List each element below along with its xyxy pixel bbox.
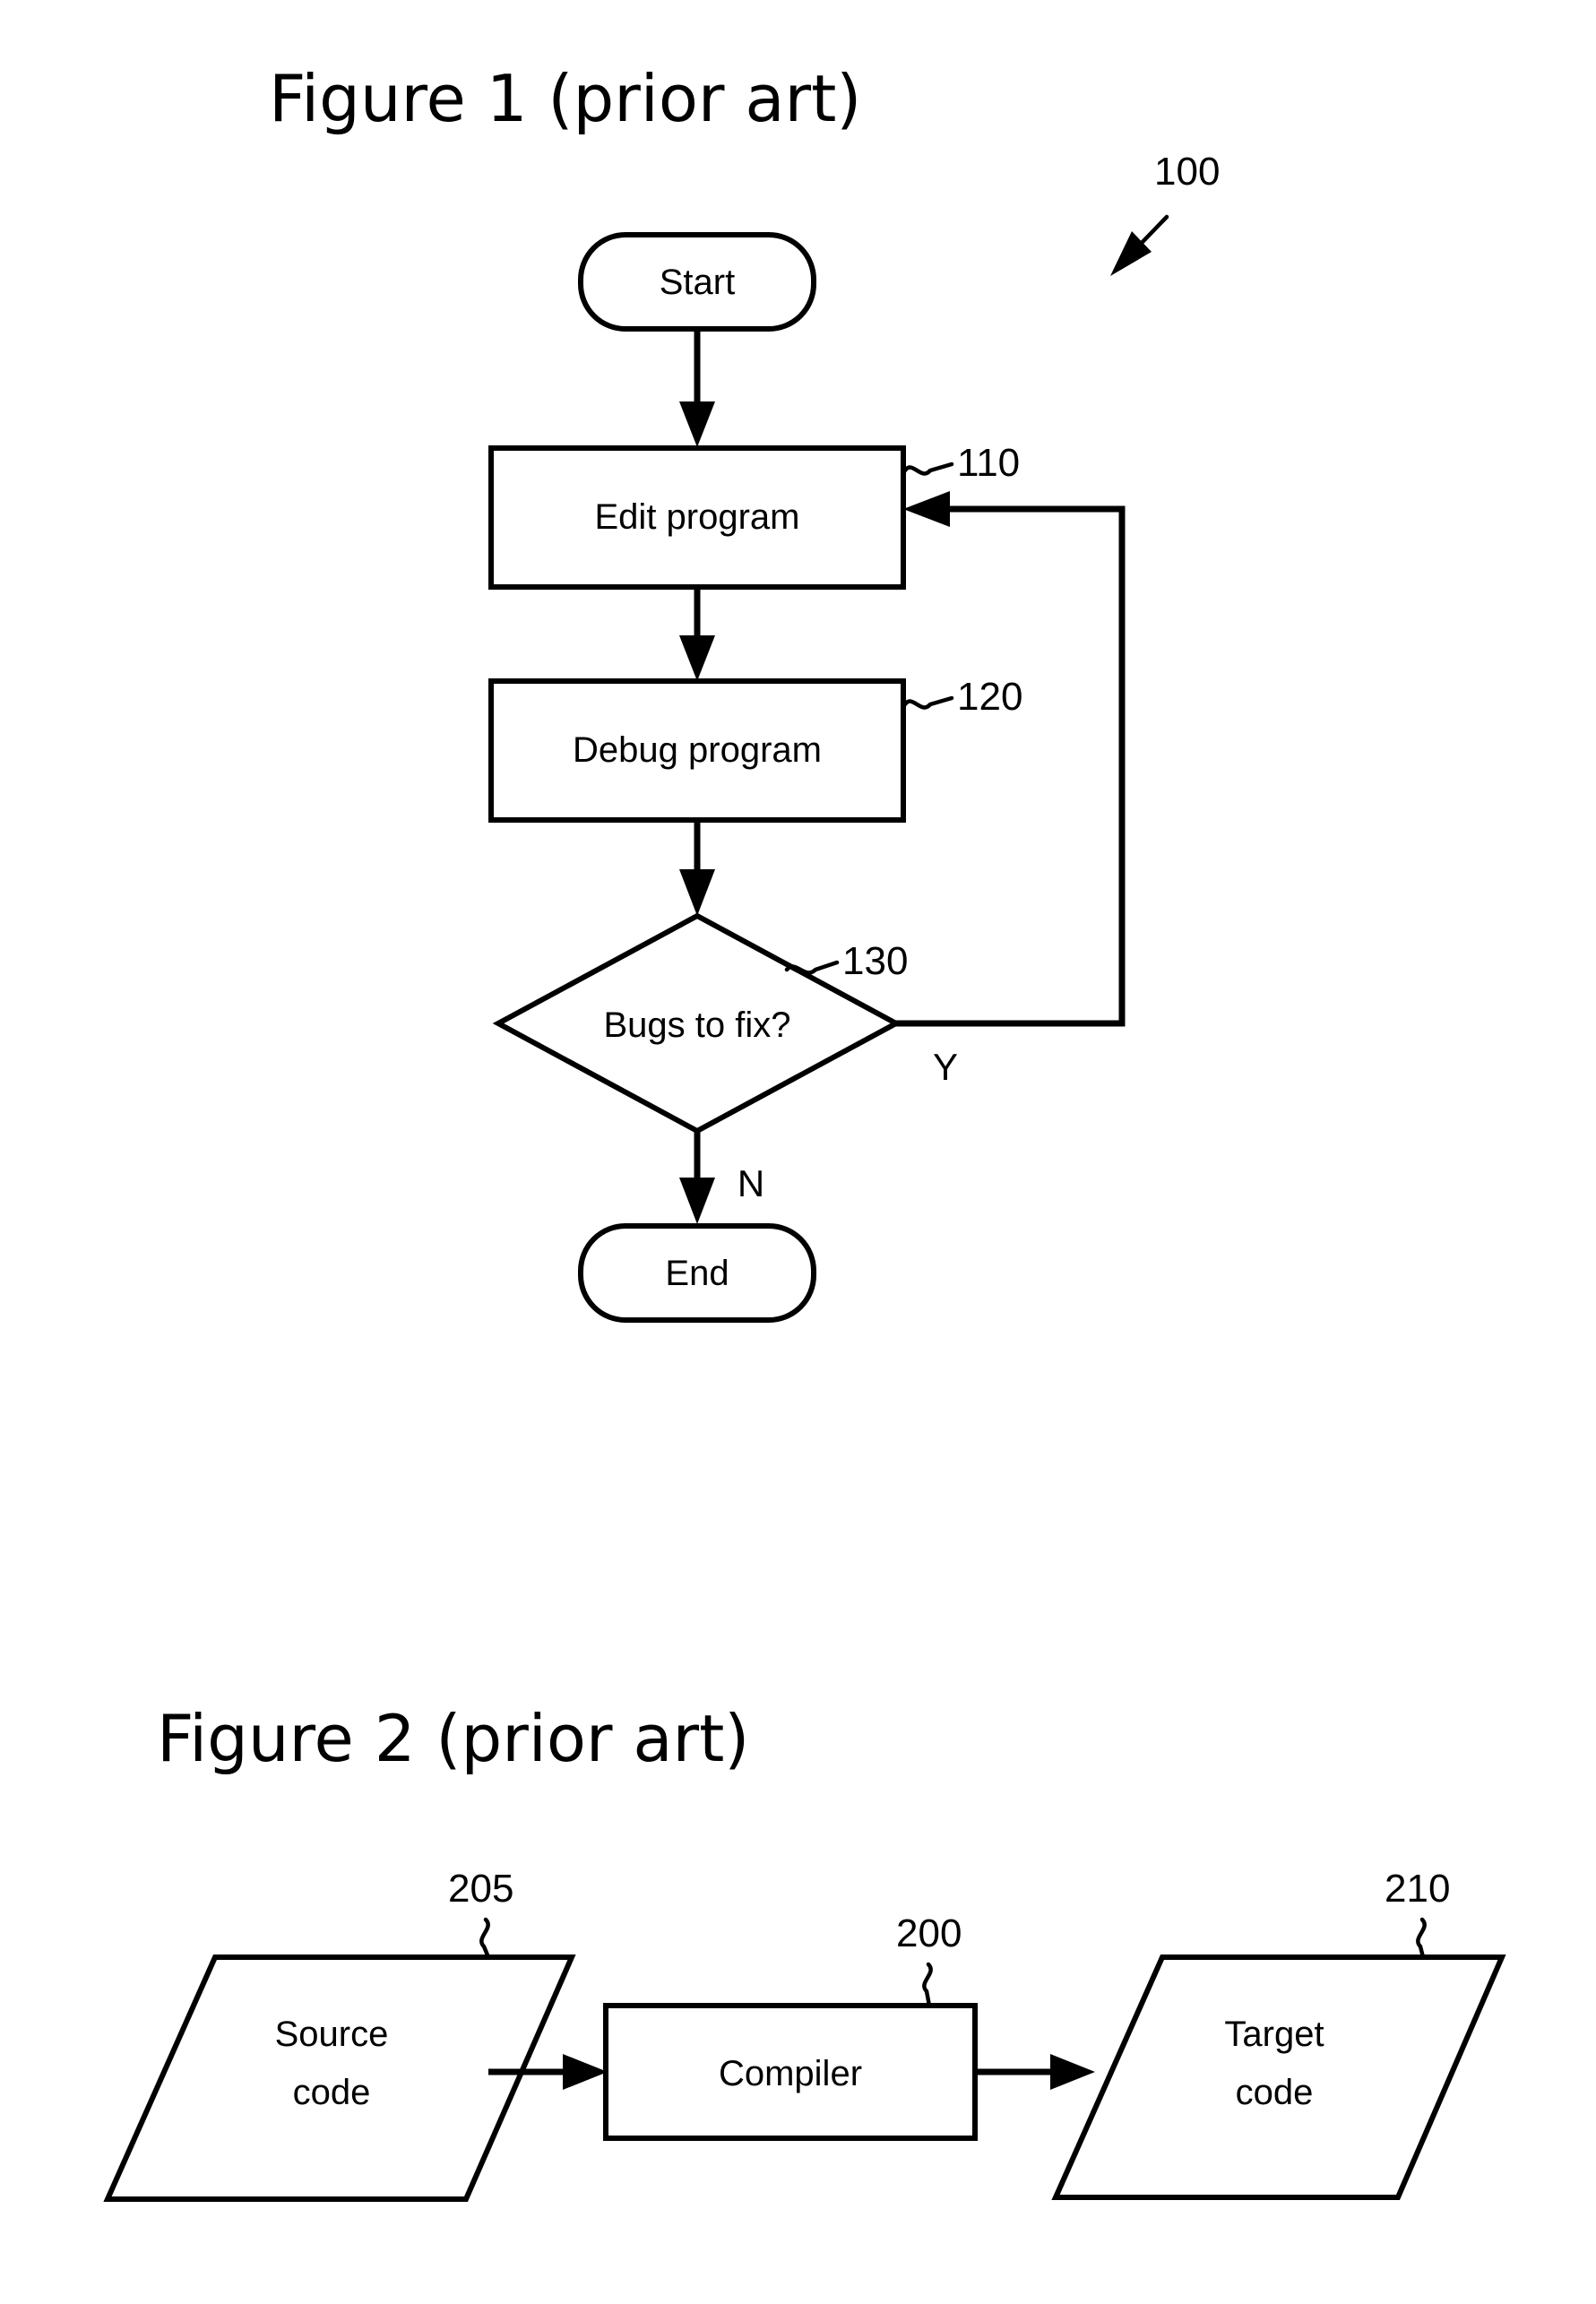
ref-numeral-130: 130 (842, 939, 908, 983)
edge-compiler-to-target-arrow-head (1050, 2054, 1095, 2090)
node-compiler-label: Compiler (719, 2054, 862, 2093)
edge-decision-yes-to-edit: Y (896, 491, 1126, 1088)
ref-numeral-205: 205 (448, 1867, 513, 1911)
edge-debug-to-decision-arrow-head (679, 869, 715, 916)
node-target-code-label-line1: Target (1224, 2015, 1324, 2054)
ref-numeral-200: 200 (896, 1911, 962, 1955)
node-source-code-label-line1: Source (275, 2015, 389, 2054)
node-decision: Bugs to fix? (492, 912, 902, 1135)
node-target-code-label-line2: code (1236, 2073, 1314, 2112)
node-source-code: Source code (103, 1955, 576, 2202)
ref-200-group: 200 (896, 1911, 962, 2008)
ref-numeral-100: 100 (1154, 150, 1220, 194)
figure-2-title: Figure 2 (prior art) (157, 1701, 749, 1776)
edge-source-to-compiler-arrow-head (563, 2054, 608, 2090)
edge-start-to-edit-arrow-head (679, 401, 715, 447)
edge-start-to-edit (679, 329, 715, 447)
node-edit-program: Edit program (488, 445, 906, 590)
ref-120-leader-line (902, 695, 954, 710)
node-decision-label: Bugs to fix? (603, 1005, 790, 1045)
edge-compiler-to-target (975, 2054, 1095, 2090)
ref-numeral-120: 120 (957, 675, 1022, 719)
node-end: End (578, 1223, 816, 1323)
branch-label-yes: Y (933, 1046, 958, 1088)
node-edit-program-label: Edit program (595, 497, 800, 537)
edge-source-to-compiler (488, 2054, 608, 2090)
edge-decision-yes-loop-line (896, 505, 1126, 1027)
ref-numeral-110: 110 (957, 441, 1020, 485)
figure-canvas: Figure 1 (prior art) 100 Start Edit prog… (103, 61, 1506, 2202)
edge-decision-no-to-end: N (679, 1131, 764, 1224)
ref-110-group: 110 (902, 441, 1020, 485)
figure-1-title: Figure 1 (prior art) (269, 61, 861, 136)
node-compiler: Compiler (603, 2003, 978, 2141)
figure-2-group: Figure 2 (prior art) Source code 205 Com… (103, 1701, 1506, 2202)
node-debug-program-label: Debug program (573, 730, 822, 770)
ref-200-leader-line (922, 1962, 933, 2008)
node-debug-program: Debug program (488, 678, 906, 823)
ref-210-group: 210 (1385, 1867, 1450, 1960)
ref-120-group: 120 (902, 675, 1022, 719)
edge-debug-to-decision (679, 820, 715, 916)
edge-edit-to-debug-arrow-head (679, 635, 715, 681)
ref-numeral-210: 210 (1385, 1867, 1450, 1911)
ref-205-group: 205 (448, 1867, 513, 1960)
ref-205-leader-line (479, 1917, 491, 1960)
node-start-label: Start (660, 263, 735, 302)
patent-drawing-sheet: Figure 1 (prior art) 100 Start Edit prog… (0, 0, 1596, 2304)
edge-decision-no-arrow-head (679, 1178, 715, 1224)
edge-decision-yes-arrow-head (903, 491, 950, 527)
ref-110-leader-line (902, 462, 954, 476)
node-start: Start (578, 232, 816, 332)
branch-label-no: N (738, 1162, 764, 1204)
node-target-code: Target code (1051, 1955, 1506, 2200)
edge-edit-to-debug (679, 587, 715, 681)
ref-210-leader-line (1416, 1917, 1427, 1960)
node-source-code-label-line2: code (293, 2073, 371, 2112)
node-end-label: End (665, 1254, 729, 1293)
figure-1-group: Figure 1 (prior art) 100 Start Edit prog… (269, 61, 1220, 1323)
